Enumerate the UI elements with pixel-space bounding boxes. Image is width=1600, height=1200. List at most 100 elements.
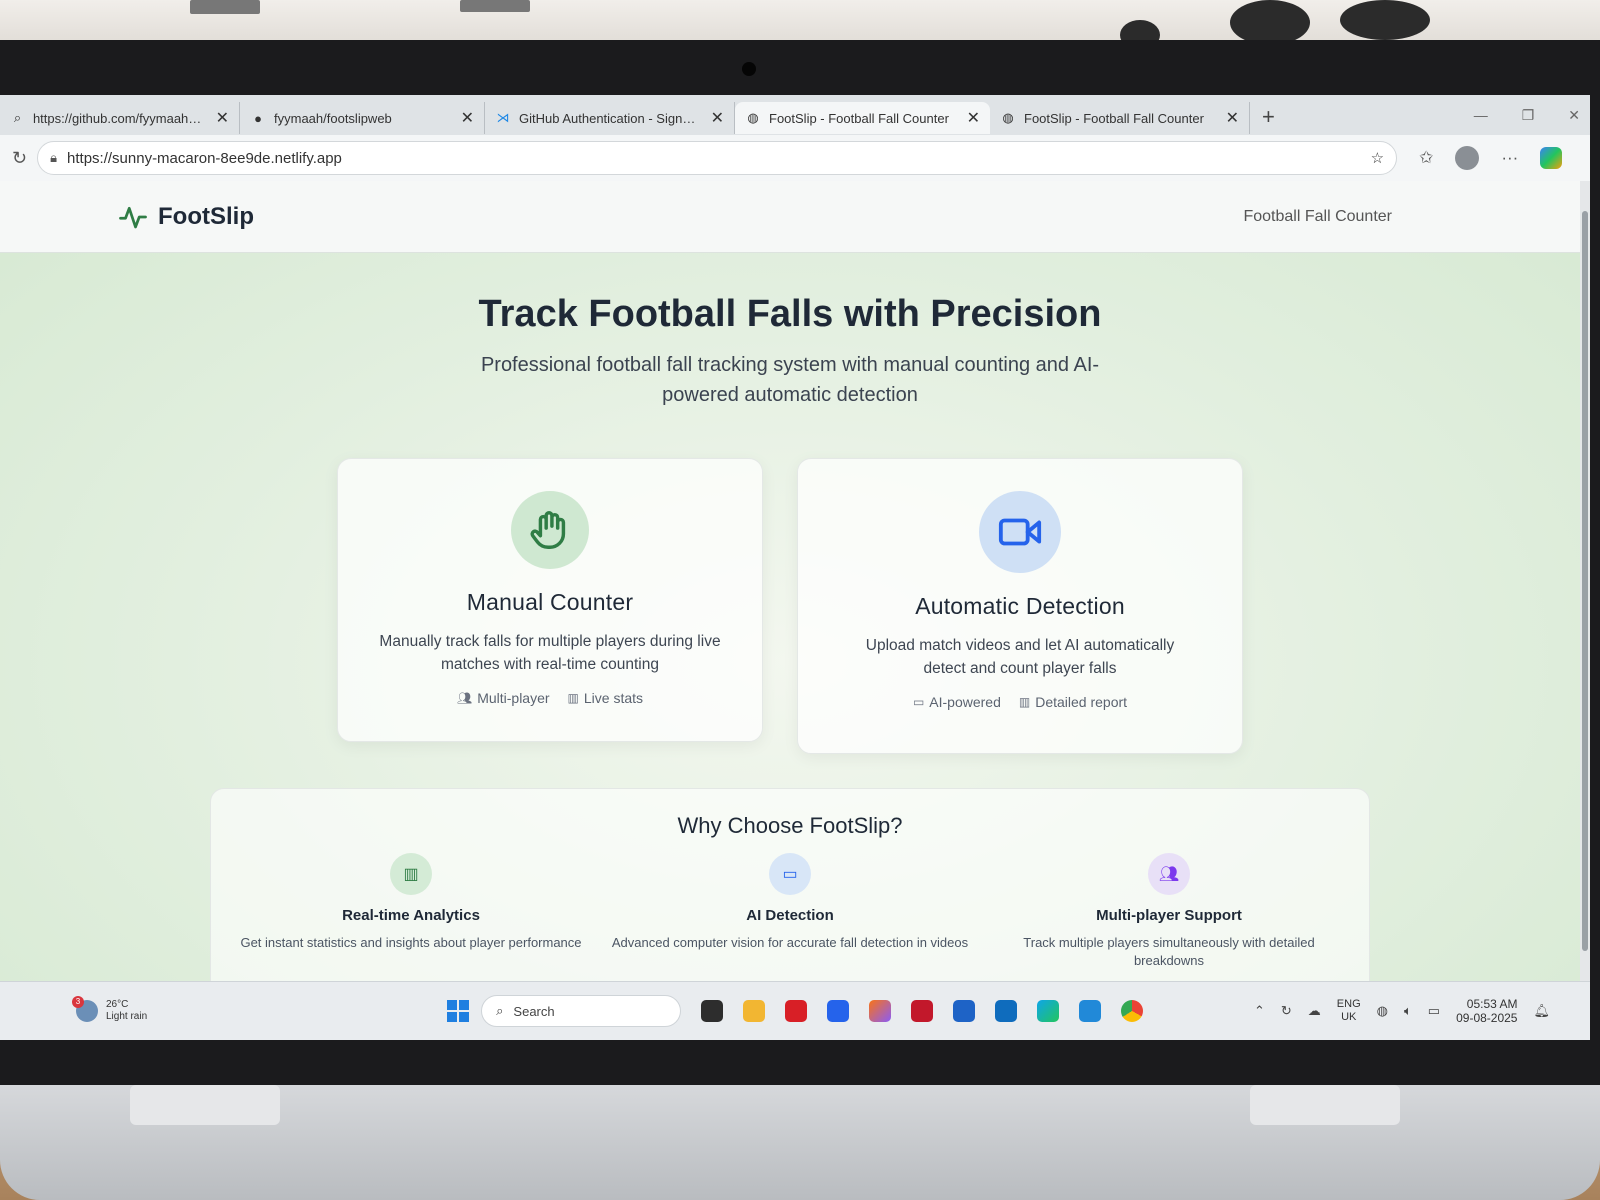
feature-title: Multi-player Support	[1096, 907, 1242, 924]
vscode-icon[interactable]	[1079, 1000, 1102, 1022]
edge-icon[interactable]	[1037, 1000, 1060, 1022]
feature-list: ▥ Real-time Analytics Get instant statis…	[211, 853, 1369, 970]
lock-icon[interactable]: 🔒︎	[50, 150, 57, 166]
feature-multi-player: 👥︎ Multi-player Support Track multiple p…	[989, 853, 1349, 970]
tag-ai-powered: ▭ AI-powered	[913, 694, 1001, 710]
tab-github-auth[interactable]: ⋊ GitHub Authentication - Sign In ✕	[485, 102, 735, 134]
favorite-star-icon[interactable]: ☆	[1371, 149, 1384, 167]
clock[interactable]: 05:53 AM 09-08-2025	[1456, 997, 1517, 1025]
tag-label: Multi-player	[477, 690, 550, 706]
file-explorer-icon[interactable]	[743, 1000, 766, 1022]
feature-description: Advanced computer vision for accurate fa…	[611, 935, 969, 950]
close-icon[interactable]: ✕	[1226, 108, 1239, 128]
notification-icon[interactable]: 🔔︎	[1533, 1003, 1550, 1019]
close-icon[interactable]: ✕	[461, 108, 474, 128]
scrollbar-thumb[interactable]	[1582, 211, 1588, 951]
dell-icon[interactable]	[953, 1000, 976, 1022]
outlook-icon[interactable]	[995, 1000, 1018, 1022]
webcam	[742, 62, 756, 76]
browser-toolbar: ↻ 🔒︎ https://sunny-macaron-8ee9de.netlif…	[0, 135, 1590, 181]
weather-temp: 26°C	[106, 999, 129, 1010]
logo-text: FootSlip	[158, 202, 254, 230]
globe-icon: ◍	[747, 110, 759, 125]
close-icon[interactable]: ✕	[967, 108, 980, 128]
tab-title: GitHub Authentication - Sign In	[519, 110, 697, 126]
weather-widget[interactable]: 3 26°C Light rain	[72, 996, 148, 1023]
clock-time: 05:53 AM	[1466, 997, 1518, 1011]
users-icon: 👥︎	[1148, 853, 1190, 895]
close-icon[interactable]: ✕	[711, 108, 724, 128]
weather-desc: Light rain	[106, 1011, 148, 1022]
language-indicator[interactable]: ENG UK	[1337, 998, 1361, 1024]
battery-icon[interactable]: ▭	[1428, 1003, 1440, 1019]
bar-chart-icon: ▥	[1018, 695, 1031, 709]
task-view-icon[interactable]	[701, 1000, 724, 1022]
taskbar-search[interactable]: ⌕ Search	[481, 995, 682, 1027]
new-tab-button[interactable]: +	[1250, 104, 1287, 130]
page-scrollbar[interactable]	[1580, 181, 1590, 981]
hero-subtitle: Professional football fall tracking syst…	[480, 354, 1100, 406]
video-camera-icon: ▭	[769, 853, 811, 895]
profile-avatar[interactable]	[1455, 146, 1480, 170]
tab-title: FootSlip - Football Fall Counter	[1024, 110, 1204, 126]
taskbar-apps	[701, 1000, 1144, 1022]
maximize-icon[interactable]: ❐	[1522, 107, 1535, 124]
bar-chart-icon: ▥	[567, 691, 579, 705]
tag-detailed-report: ▥ Detailed report	[1019, 694, 1127, 710]
search-placeholder: Search	[513, 1003, 555, 1019]
card-title: Automatic Detection	[915, 593, 1125, 619]
tab-title: https://github.com/fyymaah/foot	[32, 110, 202, 126]
feature-ai-detection: ▭ AI Detection Advanced computer vision …	[610, 853, 970, 970]
copilot-icon[interactable]	[1540, 147, 1563, 169]
chevron-up-icon[interactable]: ⌃	[1254, 1003, 1265, 1019]
more-icon[interactable]: ···	[1501, 148, 1518, 168]
favorites-icon[interactable]: ✩	[1419, 148, 1433, 168]
tab-github-url[interactable]: ⌕ https://github.com/fyymaah/foot ✕	[0, 102, 240, 134]
lang-code: ENG	[1336, 998, 1361, 1010]
system-tray: ⌃ ↻ ☁ ENG UK ◍ 🔈︎ ▭ 05:53 AM 09-08-2025 …	[1254, 997, 1550, 1025]
windows-taskbar: 3 26°C Light rain ⌕ Search ⌃ ↻ ☁ ENG UK …	[0, 981, 1590, 1040]
tab-footslip[interactable]: ◍ FootSlip - Football Fall Counter ✕	[990, 102, 1250, 134]
netflix-icon[interactable]	[785, 1000, 808, 1022]
logo[interactable]: FootSlip	[118, 202, 254, 232]
video-camera-icon: ▭	[912, 695, 925, 709]
windows-start-icon[interactable]	[447, 1000, 470, 1022]
address-bar[interactable]: 🔒︎ https://sunny-macaron-8ee9de.netlify.…	[37, 141, 1398, 175]
activity-icon	[119, 206, 147, 228]
feature-description: Track multiple players simultaneously wi…	[1023, 935, 1315, 968]
reload-icon[interactable]: ↻	[12, 148, 27, 169]
feature-realtime-analytics: ▥ Real-time Analytics Get instant statis…	[231, 853, 591, 970]
office-icon[interactable]	[869, 1000, 892, 1022]
tag-label: AI-powered	[929, 694, 1001, 710]
cloud-rain-icon: 3	[72, 996, 98, 1022]
card-description: Upload match videos and let AI automatic…	[865, 637, 1175, 677]
minimize-icon[interactable]: —	[1474, 107, 1488, 124]
video-camera-icon	[979, 491, 1061, 573]
section-title: Why Choose FootSlip?	[677, 813, 903, 838]
tab-footslip-active[interactable]: ◍ FootSlip - Football Fall Counter ✕	[735, 102, 990, 134]
network-icon[interactable]: ◍	[1377, 1003, 1388, 1019]
card-description: Manually track falls for multiple player…	[379, 633, 721, 673]
card-title: Manual Counter	[466, 589, 634, 615]
tag-label: Detailed report	[1035, 694, 1128, 710]
cloud-icon[interactable]: ☁	[1308, 1003, 1321, 1019]
window-controls: — ❐ ✕	[1474, 107, 1590, 124]
url-text: https://sunny-macaron-8ee9de.netlify.app	[67, 149, 342, 167]
chrome-icon[interactable]	[1121, 1000, 1144, 1022]
clock-date: 09-08-2025	[1456, 1011, 1518, 1025]
mcafee-icon[interactable]	[911, 1000, 934, 1022]
tab-github-repo[interactable]: ● fyymaah/footslipweb ✕	[240, 102, 485, 134]
manual-counter-card[interactable]: Manual Counter Manually track falls for …	[337, 458, 763, 742]
tag-multi-player: 👥︎ Multi-player	[457, 690, 550, 706]
close-window-icon[interactable]: ✕	[1568, 107, 1580, 124]
header-nav-link[interactable]: Football Fall Counter	[1243, 208, 1392, 226]
web-page: FootSlip Football Fall Counter Track Foo…	[0, 181, 1580, 981]
volume-icon[interactable]: 🔈︎	[1404, 1003, 1412, 1019]
store-icon[interactable]	[827, 1000, 850, 1022]
tag-live-stats: ▥ Live stats	[568, 690, 643, 706]
close-icon[interactable]: ✕	[216, 108, 229, 128]
users-icon: 👥︎	[456, 691, 473, 705]
automatic-detection-card[interactable]: Automatic Detection Upload match videos …	[797, 458, 1243, 754]
sync-icon[interactable]: ↻	[1281, 1003, 1292, 1019]
site-header: FootSlip Football Fall Counter	[0, 181, 1580, 253]
